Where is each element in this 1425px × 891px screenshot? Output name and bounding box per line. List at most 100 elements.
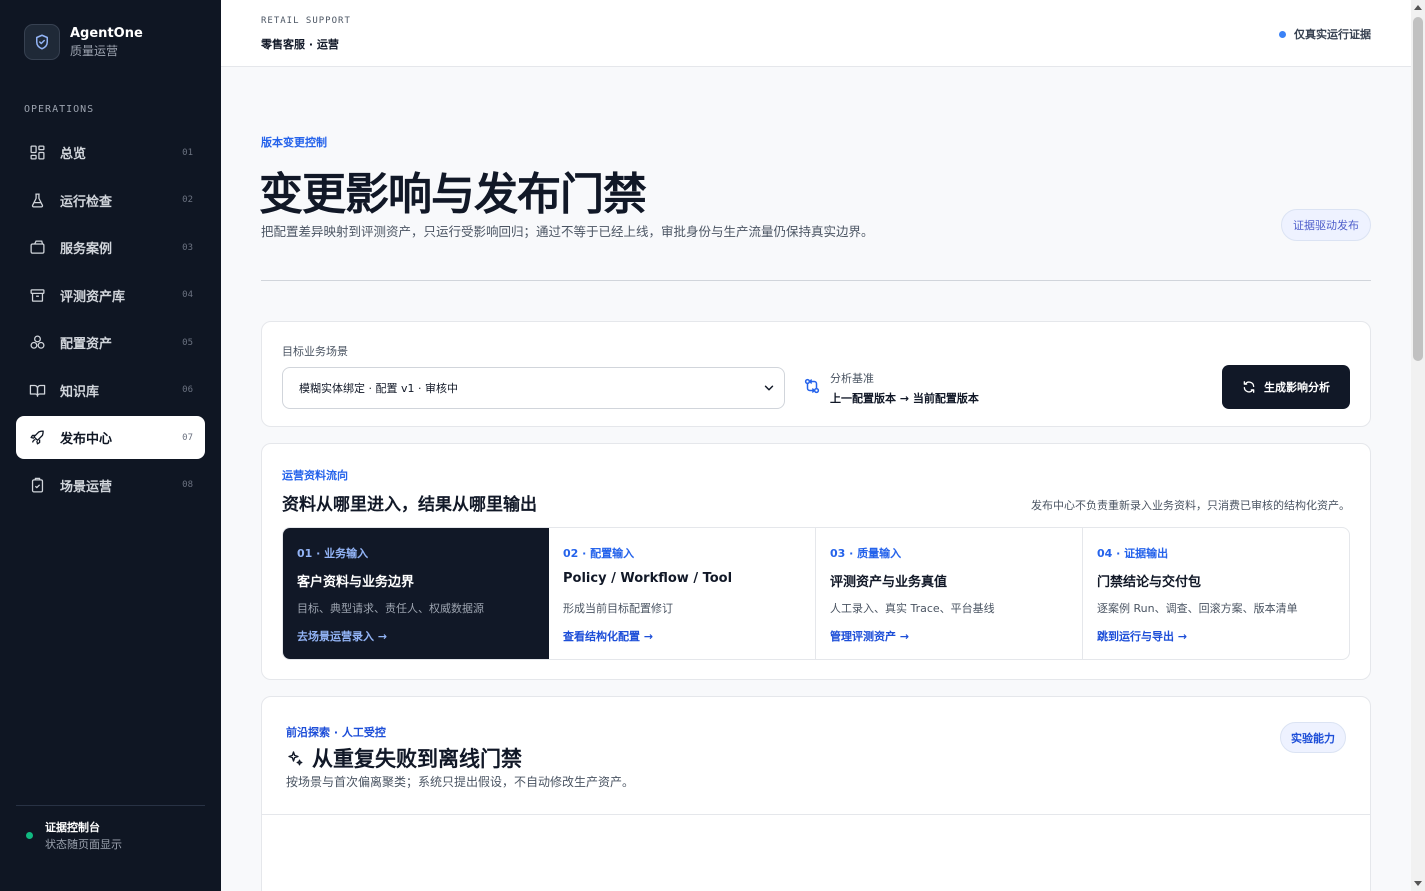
experimental-badge: 实验能力 — [1280, 722, 1346, 753]
evidence-mode-indicator: 仅真实运行证据 — [1279, 26, 1371, 42]
sidebar-item-run-check[interactable]: 运行检查 02 — [16, 179, 205, 222]
sidebar-item-label: 运行检查 — [60, 194, 113, 210]
step-tag: 01 · 业务输入 — [297, 547, 369, 560]
sidebar-item-number: 01 — [182, 147, 193, 158]
topbar-eyebrow: RETAIL SUPPORT — [261, 16, 351, 26]
scroll-up-arrow-icon[interactable] — [1414, 5, 1422, 10]
analysis-basis-value: 上一配置版本 → 当前配置版本 — [830, 392, 979, 405]
chevron-down-icon — [762, 381, 776, 398]
flow-title: 资料从哪里进入，结果从哪里输出 — [282, 495, 537, 515]
step-title: 门禁结论与交付包 — [1097, 575, 1202, 590]
sidebar-nav: 总览 01 运行检查 02 服务案例 03 评测资产库 04 配置资产 05 知… — [16, 131, 205, 511]
topbar: RETAIL SUPPORT 零售客服 · 运营 仅真实运行证据 — [221, 0, 1411, 67]
sidebar-footer: 证据控制台 状态随页面显示 — [26, 820, 122, 854]
archive-icon — [28, 286, 46, 304]
brand[interactable]: AgentOne 质量运营 — [24, 24, 143, 60]
brand-name: AgentOne — [70, 25, 143, 41]
step-link[interactable]: 去场景运营录入 → — [297, 628, 387, 644]
flow-steps: 01 · 业务输入 客户资料与业务边界 目标、典型请求、责任人、权威数据源 去场… — [282, 527, 1350, 660]
briefcase-icon — [28, 239, 46, 257]
step-link[interactable]: 查看结构化配置 → — [563, 628, 653, 644]
generate-impact-analysis-button[interactable]: 生成影响分析 — [1222, 365, 1350, 409]
hero-eyebrow: 版本变更控制 — [261, 136, 327, 149]
sidebar-item-scenario-ops[interactable]: 场景运营 08 — [16, 464, 205, 507]
sidebar-divider — [16, 805, 205, 806]
sidebar-item-number: 04 — [182, 290, 193, 300]
sidebar-item-label: 服务案例 — [60, 242, 113, 257]
boxes-icon — [28, 334, 46, 352]
sidebar-item-number: 05 — [182, 337, 193, 348]
sidebar-item-number: 02 — [182, 195, 193, 205]
topbar-title: 零售客服 · 运营 — [261, 38, 339, 51]
scrollbar-thumb[interactable] — [1413, 17, 1423, 361]
footer-subtitle: 状态随页面显示 — [45, 838, 122, 851]
step-description: 目标、典型请求、责任人、权威数据源 — [297, 602, 484, 615]
exploration-eyebrow: 前沿探索 · 人工受控 — [286, 726, 386, 739]
exploration-title: 从重复失败到离线门禁 — [286, 743, 522, 773]
flow-note: 发布中心不负责重新录入业务资料，只消费已审核的结构化资产。 — [1031, 499, 1350, 512]
sidebar-item-label: 评测资产库 — [60, 289, 126, 305]
sidebar-item-knowledge-base[interactable]: 知识库 06 — [16, 369, 205, 412]
exploration-description: 按场景与首次偏离聚类；系统只提出假设，不自动修改生产资产。 — [286, 775, 635, 789]
step-description: 人工录入、真实 Trace、平台基线 — [830, 602, 995, 615]
footer-title: 证据控制台 — [45, 821, 100, 834]
step-title: 评测资产与业务真值 — [830, 575, 948, 590]
step-tag: 04 · 证据输出 — [1097, 547, 1169, 560]
step-title: 客户资料与业务边界 — [297, 575, 415, 590]
step-description: 形成当前目标配置修订 — [563, 602, 673, 615]
main-content: RETAIL SUPPORT 零售客服 · 运营 仅真实运行证据 版本变更控制 … — [221, 0, 1411, 891]
sidebar-item-overview[interactable]: 总览 01 — [16, 131, 205, 174]
sidebar-item-number: 07 — [182, 432, 193, 443]
flow-step-business-input: 01 · 业务输入 客户资料与业务边界 目标、典型请求、责任人、权威数据源 去场… — [283, 528, 549, 659]
sidebar-item-label: 场景运营 — [60, 479, 113, 495]
step-description: 逐案例 Run、调查、回滚方案、版本清单 — [1097, 602, 1298, 615]
indicator-dot — [1279, 30, 1286, 38]
flask-icon — [28, 191, 46, 209]
sidebar: AgentOne 质量运营 OPERATIONS 总览 01 运行检查 02 服… — [0, 0, 221, 891]
evidence-driven-badge: 证据驱动发布 — [1281, 209, 1371, 241]
flow-eyebrow: 运营资料流向 — [282, 469, 348, 482]
step-link[interactable]: 管理评测资产 → — [830, 628, 909, 644]
evidence-mode-label: 仅真实运行证据 — [1294, 28, 1371, 41]
sidebar-item-eval-assets[interactable]: 评测资产库 04 — [16, 274, 205, 317]
scenario-card: 目标业务场景 模糊实体绑定 · 配置 v1 · 审核中 分析基准 上一配置版本 … — [261, 321, 1371, 427]
book-open-icon — [28, 381, 46, 399]
sparkles-icon — [288, 751, 303, 766]
brand-subtitle: 质量运营 — [70, 43, 119, 58]
status-dot — [26, 832, 33, 839]
exploration-header: 前沿探索 · 人工受控 从重复失败到离线门禁 按场景与首次偏离聚类；系统只提出假… — [262, 697, 1370, 815]
sidebar-item-label: 发布中心 — [60, 432, 113, 447]
sidebar-item-service-cases[interactable]: 服务案例 03 — [16, 226, 205, 269]
flow-step-evidence-output: 04 · 证据输出 门禁结论与交付包 逐案例 Run、调查、回滚方案、版本清单 … — [1083, 528, 1349, 659]
scroll-down-arrow-icon[interactable] — [1414, 881, 1422, 886]
page-scrollbar[interactable] — [1411, 0, 1425, 891]
step-title: Policy / Workflow / Tool — [563, 571, 733, 586]
analysis-basis-label: 分析基准 — [830, 372, 874, 385]
scenario-field-label: 目标业务场景 — [282, 345, 348, 358]
sidebar-item-number: 08 — [182, 480, 193, 490]
clipboard-check-icon — [28, 476, 46, 494]
git-compare-icon — [803, 377, 821, 399]
step-tag: 03 · 质量输入 — [830, 547, 902, 560]
generate-button-label: 生成影响分析 — [1264, 381, 1330, 394]
page-description: 把配置差异映射到评测资产，只运行受影响回归；通过不等于已经上线，审批身份与生产流… — [261, 224, 874, 239]
scenario-select[interactable]: 模糊实体绑定 · 配置 v1 · 审核中 — [282, 367, 785, 409]
sidebar-item-label: 知识库 — [60, 384, 100, 400]
sidebar-item-label: 配置资产 — [60, 337, 113, 352]
exploration-card: 前沿探索 · 人工受控 从重复失败到离线门禁 按场景与首次偏离聚类；系统只提出假… — [261, 696, 1371, 891]
exploration-title-text: 从重复失败到离线门禁 — [312, 747, 522, 771]
sidebar-item-release-center[interactable]: 发布中心 07 — [16, 416, 205, 459]
nav-section-label: OPERATIONS — [24, 104, 95, 115]
sidebar-item-label: 总览 — [60, 147, 87, 162]
rocket-icon — [28, 429, 46, 447]
step-link[interactable]: 跳到运行与导出 → — [1097, 628, 1187, 644]
hero-divider — [261, 280, 1371, 281]
shield-logo-icon — [24, 24, 60, 60]
dashboard-icon — [28, 144, 46, 162]
sidebar-item-number: 03 — [182, 242, 193, 253]
data-flow-card: 运营资料流向 资料从哪里进入，结果从哪里输出 发布中心不负责重新录入业务资料，只… — [261, 443, 1371, 680]
page-title: 变更影响与发布门禁 — [259, 169, 647, 220]
sidebar-item-config-assets[interactable]: 配置资产 05 — [16, 321, 205, 364]
scenario-select-value: 模糊实体绑定 · 配置 v1 · 审核中 — [299, 382, 458, 395]
refresh-icon — [1243, 381, 1255, 393]
